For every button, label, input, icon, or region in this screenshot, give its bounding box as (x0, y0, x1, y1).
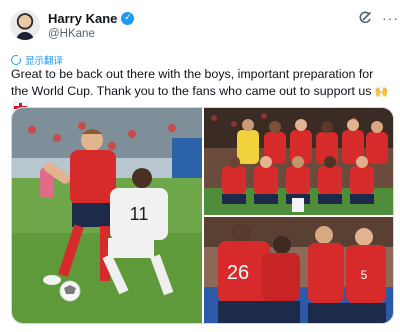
raised-hands-icon: 🙌 (374, 85, 389, 98)
author-name[interactable]: Harry Kane (48, 11, 117, 26)
media-grid: 11 26 5 (11, 107, 394, 324)
verified-badge-icon: ✓ (121, 12, 135, 25)
jersey-number-26: 26 (227, 262, 249, 284)
more-icon[interactable]: ··· (382, 11, 399, 25)
translate-icon (11, 54, 22, 65)
svg-text:5: 5 (361, 268, 368, 282)
translate-label: 显示翻译 (25, 56, 64, 67)
team-photo[interactable] (204, 108, 393, 215)
author-handle[interactable]: @HKane (48, 28, 95, 40)
show-translation-link[interactable]: 显示翻译 (11, 53, 63, 67)
players-huddle-photo[interactable]: 26 5 (204, 217, 393, 323)
match-action-photo[interactable]: 11 (12, 108, 202, 323)
avatar[interactable] (10, 10, 40, 40)
author-row: Harry Kane ✓ (48, 11, 135, 26)
jersey-number-11: 11 (130, 204, 149, 224)
tweet-body: Great to be back out there with the boys… (11, 67, 374, 98)
grok-icon[interactable] (358, 11, 372, 25)
